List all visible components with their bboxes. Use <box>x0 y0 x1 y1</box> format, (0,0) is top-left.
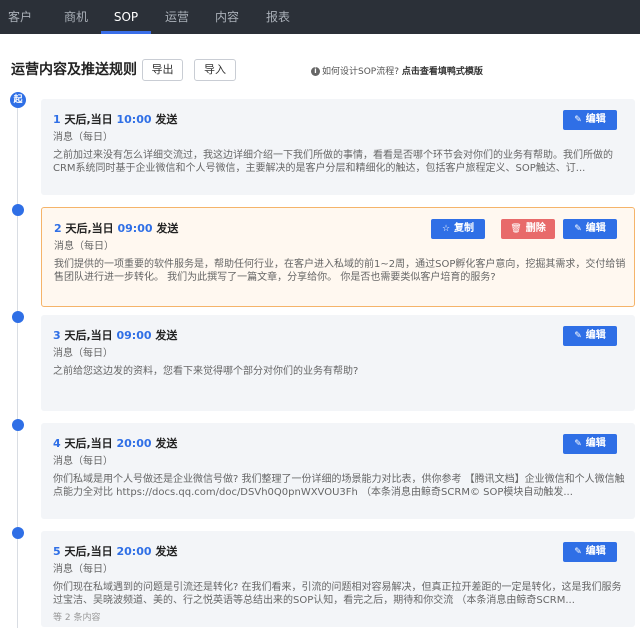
page-title: 运营内容及推送规则 <box>11 62 137 78</box>
step-send: 发送 <box>151 113 178 126</box>
edit-label: 编辑 <box>585 438 606 449</box>
tab-label: 商机 <box>63 10 88 24</box>
step-day: 1 <box>53 113 61 126</box>
pencil-icon: ✎ <box>574 224 582 234</box>
pencil-icon: ✎ <box>574 115 582 125</box>
export-button[interactable]: 导出 <box>142 59 183 81</box>
step-type: 消息（每日） <box>53 564 113 575</box>
tab-label: 报表 <box>265 10 290 24</box>
step-day-suffix: 天后,当日 <box>60 545 117 558</box>
sop-step-card: 3 天后,当日 09:00 发送 消息（每日） 之前给您这边发的资料，您看下来觉… <box>41 315 635 411</box>
step-day-suffix: 天后,当日 <box>60 329 117 342</box>
step-send: 发送 <box>151 329 178 342</box>
pencil-icon: ✎ <box>574 547 582 557</box>
help-text: 如何设计SOP流程? <box>322 67 400 77</box>
delete-button[interactable]: 🗑 删除 <box>501 219 555 239</box>
sop-step-card: 1 天后,当日 10:00 发送 消息（每日） 之前加过来没有怎么详细交流过，我… <box>41 99 635 195</box>
edit-button[interactable]: ✎ 编辑 <box>563 542 617 562</box>
info-icon: i <box>311 67 320 76</box>
timeline-dot <box>12 204 24 216</box>
copy-button[interactable]: ☆ 复制 <box>431 219 485 239</box>
copy-label: 复制 <box>454 223 475 234</box>
timeline-start-badge: 起 <box>10 92 26 108</box>
step-send: 发送 <box>152 222 179 235</box>
step-schedule: 1 天后,当日 10:00 发送 <box>53 111 177 127</box>
edit-label: 编辑 <box>585 330 606 341</box>
edit-label: 编辑 <box>585 114 606 125</box>
step-day: 4 <box>53 437 61 450</box>
pencil-icon: ✎ <box>574 439 582 449</box>
tab-customers[interactable]: 客户 <box>0 0 40 34</box>
tab-label: SOP <box>113 10 139 24</box>
edit-button[interactable]: ✎ 编辑 <box>563 326 617 346</box>
edit-button[interactable]: ✎ 编辑 <box>563 219 617 239</box>
trash-icon: 🗑 <box>510 224 522 234</box>
step-send: 发送 <box>151 437 178 450</box>
step-type: 消息（每日） <box>54 241 114 252</box>
step-day-suffix: 天后,当日 <box>60 113 117 126</box>
tab-reports[interactable]: 报表 <box>256 0 300 34</box>
tab-operations[interactable]: 运营 <box>155 0 199 34</box>
more-content-count[interactable]: 等 2 条内容 <box>53 610 100 623</box>
step-time: 09:00 <box>116 329 152 342</box>
step-type: 消息（每日） <box>53 348 113 359</box>
timeline-dot <box>12 419 24 431</box>
step-day: 5 <box>53 545 61 558</box>
step-time: 20:00 <box>116 437 152 450</box>
star-icon: ☆ <box>441 224 451 234</box>
help-hint: i 如何设计SOP流程? 点击查看填鸭式模版 <box>311 64 483 77</box>
step-time: 09:00 <box>117 222 153 235</box>
step-message: 我们提供的一项重要的软件服务是，帮助任何行业，在客户进入私域的前1~2周，通过S… <box>54 259 626 283</box>
tab-content[interactable]: 内容 <box>205 0 249 34</box>
step-send: 发送 <box>151 545 178 558</box>
step-message: 之前加过来没有怎么详细交流过，我这边详细介绍一下我们所做的事情，看看是否哪个环节… <box>53 150 613 174</box>
step-day-suffix: 天后,当日 <box>61 222 118 235</box>
tab-label: 运营 <box>164 10 189 24</box>
step-schedule: 3 天后,当日 09:00 发送 <box>53 327 177 343</box>
step-message: 你们私域是用个人号做还是企业微信号做? 我们整理了一份详细的场景能力对比表，供你… <box>53 474 625 498</box>
sop-step-card: 4 天后,当日 20:00 发送 消息（每日） 你们私域是用个人号做还是企业微信… <box>41 423 635 519</box>
page-header: 运营内容及推送规则 导出 导入 i 如何设计SOP流程? 点击查看填鸭式模版 <box>0 34 640 102</box>
edit-button[interactable]: ✎ 编辑 <box>563 434 617 454</box>
step-schedule: 2 天后,当日 09:00 发送 <box>54 220 178 236</box>
timeline-dot <box>12 311 24 323</box>
timeline-line <box>17 108 18 628</box>
step-day: 3 <box>53 329 61 342</box>
step-day-suffix: 天后,当日 <box>60 437 117 450</box>
edit-button[interactable]: ✎ 编辑 <box>563 110 617 130</box>
step-schedule: 4 天后,当日 20:00 发送 <box>53 435 177 451</box>
edit-label: 编辑 <box>585 223 606 234</box>
step-message: 你们现在私域遇到的问题是引流还是转化? 在我们看来，引流的问题相对容易解决，但真… <box>53 582 622 606</box>
sop-step-card-selected: 2 天后,当日 09:00 发送 消息（每日） 我们提供的一项重要的软件服务是，… <box>41 207 635 307</box>
step-time: 20:00 <box>116 545 152 558</box>
pencil-icon: ✎ <box>574 331 582 341</box>
template-link[interactable]: 点击查看填鸭式模版 <box>402 67 483 77</box>
tab-opportunities[interactable]: 商机 <box>52 0 100 34</box>
step-day: 2 <box>54 222 62 235</box>
step-type: 消息（每日） <box>53 456 113 467</box>
tab-label: 内容 <box>214 10 239 24</box>
edit-label: 编辑 <box>585 546 606 557</box>
step-time: 10:00 <box>116 113 152 126</box>
step-type: 消息（每日） <box>53 132 113 143</box>
tab-sop[interactable]: SOP <box>101 0 151 34</box>
tab-label: 客户 <box>7 10 32 24</box>
sop-step-card: 5 天后,当日 20:00 发送 消息（每日） 你们现在私域遇到的问题是引流还是… <box>41 531 635 627</box>
timeline-dot <box>12 527 24 539</box>
delete-label: 删除 <box>525 223 546 234</box>
step-message: 之前给您这边发的资料，您看下来觉得哪个部分对你们的业务有帮助? <box>53 366 359 377</box>
step-schedule: 5 天后,当日 20:00 发送 <box>53 543 177 559</box>
top-nav: 客户 商机 SOP 运营 内容 报表 <box>0 0 640 34</box>
import-button[interactable]: 导入 <box>194 59 236 81</box>
